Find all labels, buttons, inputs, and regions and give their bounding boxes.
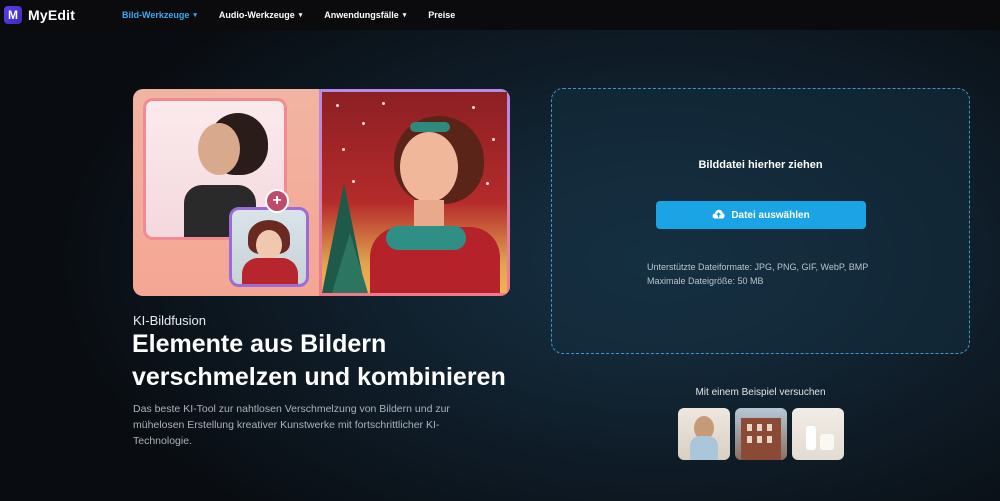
cloud-upload-icon <box>712 209 725 222</box>
nav-use-cases[interactable]: Anwendungsfälle ▾ <box>324 10 406 20</box>
choose-file-label: Datei auswählen <box>731 209 810 221</box>
dropzone-title: Bilddatei hierher ziehen <box>698 159 823 171</box>
chevron-down-icon: ▾ <box>298 12 303 19</box>
nav-audio-tools[interactable]: Audio-Werkzeuge ▾ <box>219 10 302 20</box>
app-name: MyEdit <box>28 7 76 23</box>
fused-result-image <box>319 89 510 296</box>
nav-pricing[interactable]: Preise <box>428 10 455 20</box>
nav-image-tools[interactable]: Bild-Werkzeuge ▾ <box>122 10 197 20</box>
file-dropzone[interactable]: Bilddatei hierher ziehen Datei auswählen… <box>551 88 970 354</box>
max-file-size-text: Maximale Dateigröße: 50 MB <box>647 276 764 286</box>
chevron-down-icon: ▾ <box>402 12 407 19</box>
nav-audio-tools-label: Audio-Werkzeuge <box>218 10 295 20</box>
sample-images-label: Mit einem Beispiel versuchen <box>695 387 826 398</box>
hero-description: Das beste KI-Tool zur nahtlosen Verschme… <box>133 403 450 447</box>
sample-image-woman-portrait[interactable] <box>678 408 730 460</box>
nav-use-cases-label: Anwendungsfälle <box>324 10 399 20</box>
chevron-down-icon: ▾ <box>193 12 197 19</box>
logo[interactable]: M MyEdit <box>4 6 75 24</box>
sample-image-product-bottles[interactable] <box>792 408 844 460</box>
hero-eyebrow: KI-Bildfusion <box>133 313 206 328</box>
sample-image-city-buildings[interactable] <box>735 408 787 460</box>
main-nav: Bild-Werkzeuge ▾ Audio-Werkzeuge ▾ Anwen… <box>122 0 477 30</box>
top-navigation-bar: M MyEdit Bild-Werkzeuge ▾ Audio-Werkzeug… <box>0 0 1000 30</box>
hero-collage-image: + <box>133 89 510 296</box>
file-requirements: Unterstützte Dateiformate: JPG, PNG, GIF… <box>647 260 868 288</box>
supported-formats-text: Unterstützte Dateiformate: JPG, PNG, GIF… <box>647 262 869 272</box>
nav-image-tools-label: Bild-Werkzeuge <box>122 10 190 20</box>
style-reference-image <box>229 207 309 287</box>
myedit-logo-icon: M <box>4 6 22 24</box>
plus-icon: + <box>265 189 289 213</box>
page-title: Elemente aus Bildern verschmelzen und ko… <box>132 330 506 391</box>
nav-pricing-label: Preise <box>428 10 456 20</box>
choose-file-button[interactable]: Datei auswählen <box>656 201 866 229</box>
sample-images <box>678 408 849 460</box>
